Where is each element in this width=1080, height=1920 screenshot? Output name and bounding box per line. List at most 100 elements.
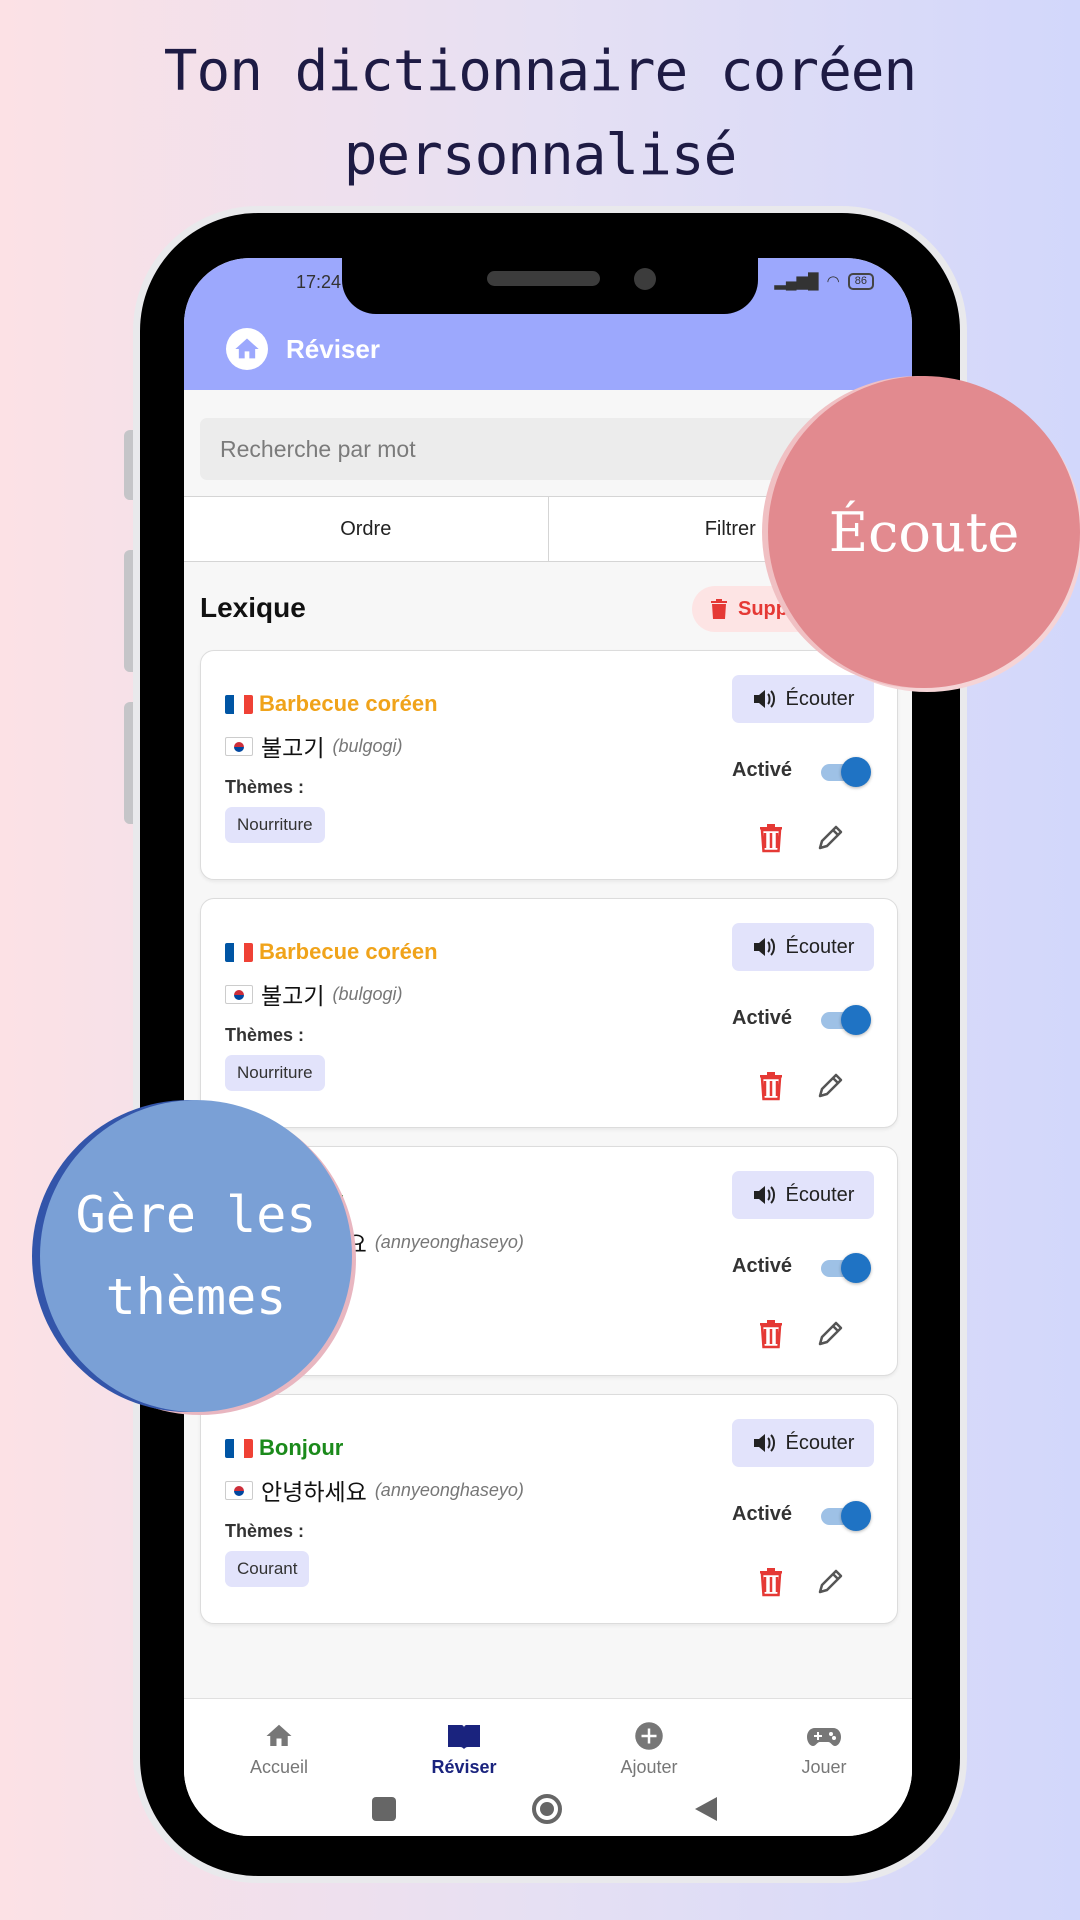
active-toggle[interactable] [821, 1501, 871, 1531]
book-icon [448, 1725, 480, 1749]
romanization: (annyeonghaseyo) [374, 1231, 524, 1252]
speaker-icon [753, 690, 775, 708]
nav-add[interactable]: Ajouter [569, 1721, 729, 1778]
french-word: Barbecue coréen [225, 939, 438, 965]
promo-bubble-themes: Gère les thèmes [40, 1100, 352, 1412]
recent-apps-button [372, 1797, 396, 1821]
nav-home[interactable]: Accueil [199, 1721, 359, 1778]
signal-icon: ▂▄▆█ [774, 273, 819, 290]
listen-button[interactable]: Écouter [732, 675, 874, 723]
listen-button[interactable]: Écouter [732, 923, 874, 971]
active-label: Activé [732, 1255, 793, 1277]
theme-chip: Nourriture [225, 1055, 325, 1091]
active-label: Activé [732, 759, 793, 781]
toggle-knob [841, 1253, 871, 1283]
korea-flag-icon [225, 736, 253, 756]
edit-word-button[interactable] [815, 1565, 847, 1597]
edit-word-button[interactable] [815, 1317, 847, 1349]
active-toggle[interactable] [821, 1005, 871, 1035]
themes-label: Thèmes : [225, 1025, 305, 1045]
korean-word-text: 불고기 [261, 735, 325, 761]
nav-review[interactable]: Réviser [384, 1721, 544, 1778]
nav-play[interactable]: Jouer [744, 1721, 904, 1778]
toggle-knob [841, 757, 871, 787]
france-flag-icon [225, 694, 253, 714]
romanization: (bulgogi) [332, 983, 403, 1004]
speaker-icon [753, 938, 775, 956]
phone-camera [634, 268, 656, 290]
nav-review-label: Réviser [431, 1757, 497, 1777]
promo-bubble-listen: Écoute [768, 376, 1080, 688]
themes-label: Thèmes : [225, 777, 305, 797]
word-card: Bonjour 안녕하세요 (annyeonghaseyo) Thèmes : … [200, 1394, 898, 1624]
nav-home-label: Accueil [249, 1757, 309, 1777]
listen-button[interactable]: Écouter [732, 1419, 874, 1467]
status-time: 17:24 [296, 272, 342, 292]
listen-label: Écouter [785, 687, 855, 710]
theme-chip: Courant [225, 1551, 310, 1587]
plus-circle-icon [635, 1722, 663, 1750]
edit-word-button[interactable] [815, 821, 847, 853]
french-word-text: Bonjour [259, 1435, 344, 1460]
nav-add-label: Ajouter [620, 1757, 678, 1777]
french-word: Bonjour [225, 1435, 343, 1461]
promo-bubble-listen-text: Écoute [828, 500, 1020, 564]
wifi-icon: ◠ [826, 273, 840, 290]
phone-button-volume-up [124, 550, 136, 672]
listen-label: Écouter [785, 1431, 855, 1454]
phone-button-mute [124, 430, 136, 500]
headline-line-2: personnalisé [343, 123, 738, 188]
french-word: Barbecue coréen [225, 691, 438, 717]
system-icons: ▂▄▆█ ◠ 86 [774, 272, 874, 290]
korean-word-text: 불고기 [261, 983, 325, 1009]
speaker-icon [753, 1186, 775, 1204]
korea-flag-icon [225, 984, 253, 1004]
bubble-themes-line-2: thèmes [105, 1268, 287, 1326]
korea-flag-icon [225, 1480, 253, 1500]
active-label: Activé [732, 1503, 793, 1525]
listen-label: Écouter [785, 1183, 855, 1206]
romanization: (bulgogi) [332, 735, 403, 756]
korean-word: 안녕하세요 (annyeonghaseyo) [225, 1473, 524, 1507]
order-button[interactable]: Ordre [184, 497, 549, 561]
speaker-icon [753, 1434, 775, 1452]
app-bar-home-button[interactable] [226, 328, 268, 370]
toggle-knob [841, 1005, 871, 1035]
gamepad-icon [807, 1728, 841, 1746]
phone-button-volume-down [124, 702, 136, 824]
bubble-themes-line-1: Gère les [75, 1186, 317, 1244]
active-toggle[interactable] [821, 1253, 871, 1283]
trash-icon [711, 599, 727, 619]
korean-word-text: 안녕하세요 [261, 1479, 367, 1505]
delete-word-button[interactable] [757, 1069, 785, 1101]
listen-button[interactable]: Écouter [732, 1171, 874, 1219]
delete-word-button[interactable] [757, 1565, 785, 1597]
romanization: (annyeonghaseyo) [374, 1479, 524, 1500]
battery-icon: 86 [847, 272, 874, 290]
french-word-text: Barbecue coréen [259, 691, 438, 716]
home-icon [266, 1724, 292, 1746]
themes-label: Thèmes : [225, 1521, 305, 1541]
promo-headline: Ton dictionnaire coréen personnalisé [0, 30, 1080, 198]
phone-speaker [487, 271, 600, 286]
listen-label: Écouter [785, 935, 855, 958]
word-card: Barbecue coréen 불고기 (bulgogi) Thèmes : N… [200, 898, 898, 1128]
nav-play-label: Jouer [801, 1757, 847, 1777]
section-title: Lexique [200, 592, 306, 623]
delete-word-button[interactable] [757, 821, 785, 853]
korean-word: 불고기 (bulgogi) [225, 729, 403, 763]
active-toggle[interactable] [821, 757, 871, 787]
french-word-text: Barbecue coréen [259, 939, 438, 964]
active-label: Activé [732, 1007, 793, 1029]
france-flag-icon [225, 1438, 253, 1458]
app-bar: Réviser [184, 308, 912, 390]
france-flag-icon [225, 942, 253, 962]
back-button [695, 1797, 717, 1821]
toggle-knob [841, 1501, 871, 1531]
home-icon [235, 338, 259, 359]
edit-word-button[interactable] [815, 1069, 847, 1101]
system-navigation [372, 1794, 717, 1824]
korean-word: 불고기 (bulgogi) [225, 977, 403, 1011]
delete-word-button[interactable] [757, 1317, 785, 1349]
word-card: Barbecue coréen 불고기 (bulgogi) Thèmes : N… [200, 650, 898, 880]
